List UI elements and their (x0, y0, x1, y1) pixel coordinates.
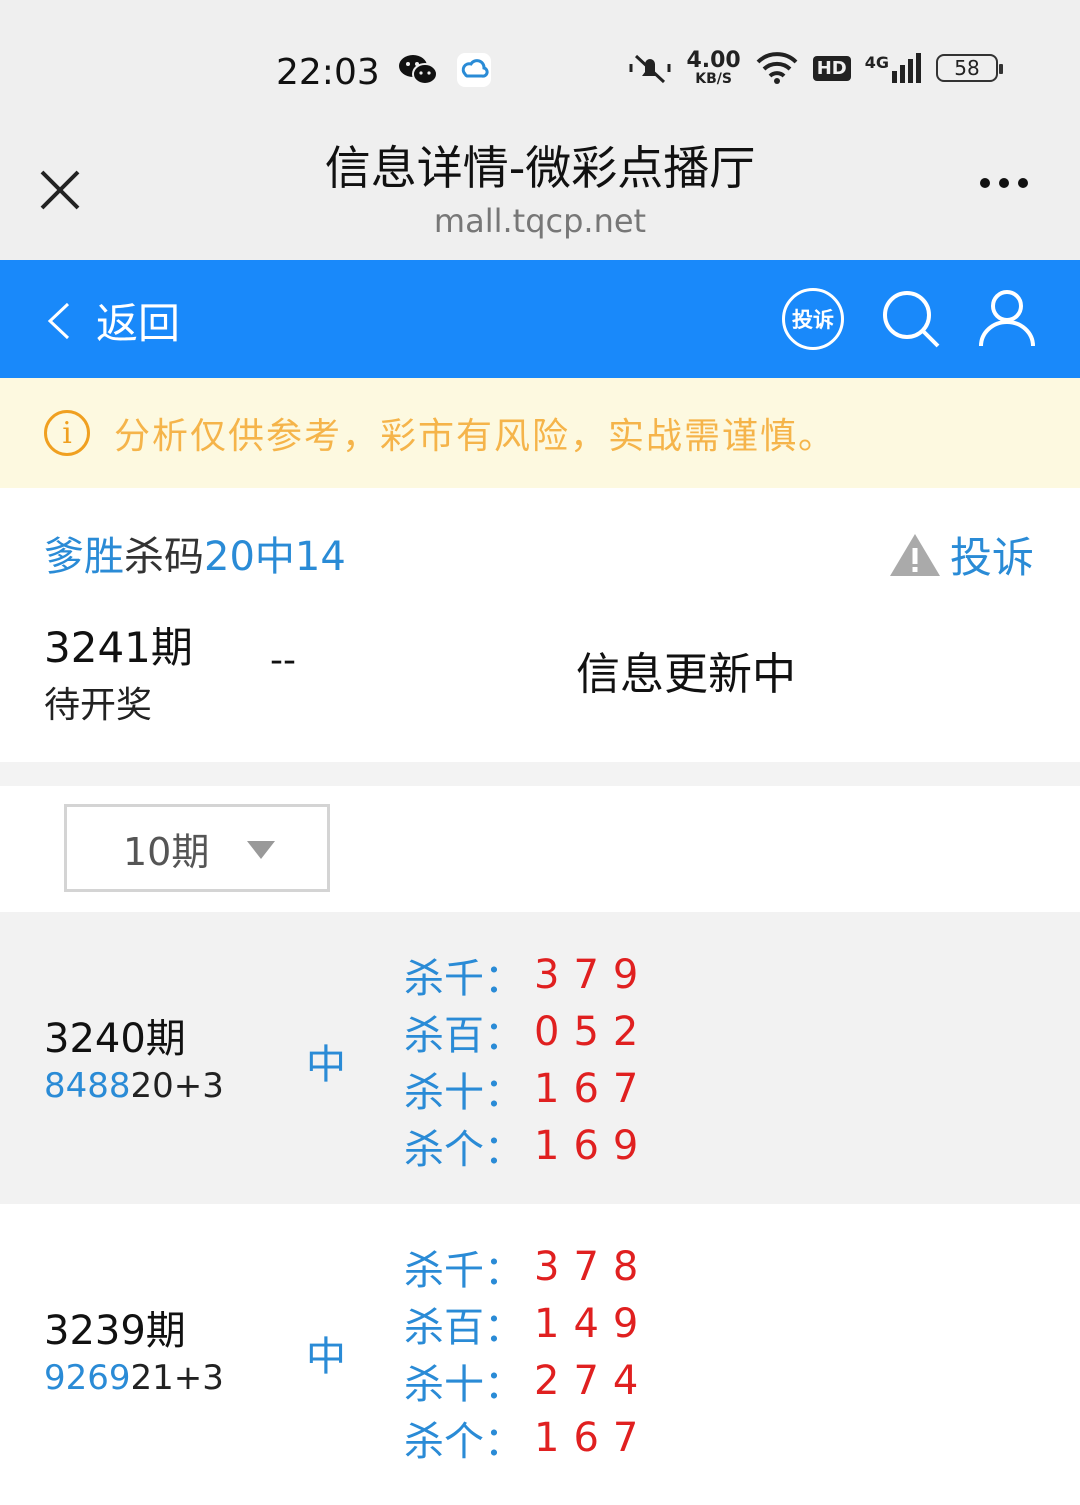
kill-list: 杀千： 378 杀百： 149 杀十： 274 杀个： 167 (404, 1238, 652, 1466)
status-bar: 22:03 4.00 KB/S HD 4G 58 (0, 0, 1080, 130)
status-icons-right: 4.00 KB/S HD 4G 58 (628, 48, 1003, 87)
row-result: 中 (306, 1334, 346, 1380)
signal-bars-icon (892, 53, 921, 83)
back-label: 返回 (96, 299, 181, 348)
report-label: 投诉 (949, 533, 1034, 582)
mute-bell-icon (629, 54, 671, 84)
current-update: 信息更新中 (576, 649, 796, 700)
kill-line: 杀千： 379 (404, 951, 653, 1002)
warning-icon (889, 533, 940, 576)
summary-card: 爹胜杀码20中14 投诉 3241期 待开奖 -- 信息更新中 (0, 488, 1080, 762)
hd-badge: HD (812, 55, 851, 81)
records-list: 3240期 848820+3 中 杀千： 379 杀百： 052 杀十： 167 杀个… (0, 912, 1080, 1504)
cloud-app-icon (457, 53, 491, 87)
wechat-icon (399, 55, 438, 85)
risk-notice: i 分析仅供参考，彩市有风险，实战需谨慎。 (0, 378, 1080, 488)
search-icon[interactable] (880, 288, 942, 350)
battery-indicator: 58 (936, 54, 1003, 82)
kill-line: 杀百： 149 (404, 1300, 653, 1351)
page-url: mall.tqcp.net (433, 202, 647, 240)
table-row: 3240期 848820+3 中 杀千： 379 杀百： 052 杀十： 167 杀个… (0, 912, 1080, 1204)
notice-text: 分析仅供参考，彩市有风险，实战需谨慎。 (114, 416, 837, 457)
complain-button[interactable]: 投诉 (782, 288, 844, 350)
more-menu-icon[interactable] (980, 178, 1028, 188)
author-name[interactable]: 爹胜 (44, 534, 124, 580)
status-icons-left (398, 52, 492, 88)
cell-signal: 4G (865, 53, 922, 83)
plan-type: 杀码 (124, 534, 204, 580)
section-divider (0, 762, 1080, 786)
kill-line: 杀十： 167 (404, 1065, 653, 1116)
current-result: -- (270, 640, 296, 681)
back-button[interactable]: 返回 (44, 290, 180, 351)
report-button[interactable]: 投诉 (888, 524, 1034, 585)
row-issue: 3239期 (44, 1308, 186, 1354)
kill-line: 杀十： 274 (404, 1357, 653, 1408)
kill-line: 杀百： 052 (404, 1008, 653, 1059)
row-result: 中 (306, 1042, 346, 1088)
kill-line: 杀个： 167 (404, 1414, 653, 1465)
row-issue: 3240期 (44, 1016, 186, 1062)
wifi-icon (756, 52, 798, 84)
current-issue: 3241期 (44, 623, 193, 672)
nav-bar: 返回 投诉 (0, 260, 1080, 378)
kill-line: 杀千： 378 (404, 1243, 653, 1294)
info-icon: i (44, 410, 90, 456)
caret-down-icon (247, 841, 275, 859)
chevron-left-icon (47, 302, 70, 339)
row-numbers: 848820+3 (44, 1066, 224, 1106)
headline: 爹胜杀码20中14 (44, 524, 346, 582)
page-title: 信息详情-微彩点播厅 (324, 141, 756, 195)
table-row: 3239期 926921+3 中 杀千： 378 杀百： 149 杀十： 274 杀个… (0, 1204, 1080, 1504)
nav-actions: 投诉 (782, 288, 1036, 350)
hit-record: 20中14 (204, 534, 346, 580)
period-select[interactable]: 10期 (64, 804, 330, 892)
browser-titlebar: 信息详情-微彩点播厅 mall.tqcp.net (0, 130, 1080, 260)
status-time: 22:03 (276, 52, 380, 93)
row-numbers: 926921+3 (44, 1358, 224, 1398)
kill-list: 杀千： 379 杀百： 052 杀十： 167 杀个： 169 (404, 946, 652, 1174)
filter-area: 10期 (0, 786, 1080, 912)
period-select-value: 10期 (123, 829, 210, 874)
net-speed: 4.00 KB/S (686, 48, 741, 87)
user-icon[interactable] (978, 288, 1036, 350)
current-status: 待开奖 (44, 685, 153, 726)
kill-line: 杀个： 169 (404, 1122, 653, 1173)
